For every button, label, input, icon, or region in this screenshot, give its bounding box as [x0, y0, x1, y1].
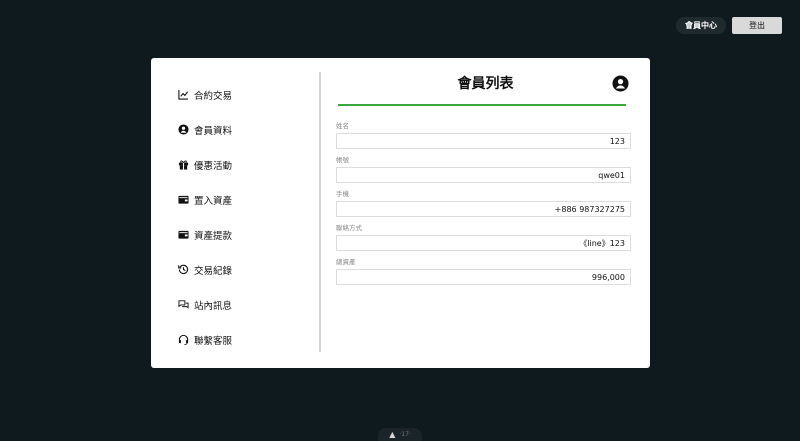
account-field[interactable]: [336, 167, 631, 183]
member-card: 合約交易 會員資料 優惠活動 置入資產 資產提款 交易紀錄 站內訊息 聯繫客服 …: [151, 58, 650, 368]
phone-field[interactable]: [336, 201, 631, 217]
member-panel: 會員列表 姓名 帳號 手機 聯絡方式 總資產: [336, 71, 631, 292]
sidebar-item-label: 資產提款: [194, 230, 233, 242]
avatar-icon[interactable]: [612, 75, 629, 92]
title-underline: [338, 104, 626, 106]
member-fields: 姓名 帳號 手機 聯絡方式 總資產: [336, 122, 631, 285]
total-assets-field[interactable]: [336, 269, 631, 285]
member-center-button[interactable]: 會員中心: [676, 17, 726, 34]
sidebar-item-promotions[interactable]: 優惠活動: [177, 147, 317, 182]
logo-icon: ▲: [389, 430, 396, 439]
field-phone: 手機: [336, 190, 631, 217]
sidebar-item-label: 會員資料: [194, 125, 233, 137]
sidebar-item-messages[interactable]: 站內訊息: [177, 287, 317, 322]
sidebar-item-label: 合約交易: [194, 90, 233, 102]
sidebar-item-withdraw[interactable]: 資產提款: [177, 217, 317, 252]
logout-button[interactable]: 登出: [732, 17, 782, 34]
headset-icon: [177, 334, 189, 346]
sidebar: 合約交易 會員資料 優惠活動 置入資產 資產提款 交易紀錄 站內訊息 聯繫客服: [177, 77, 317, 357]
sidebar-item-label: 置入資產: [194, 195, 233, 207]
sidebar-divider: [319, 72, 321, 352]
field-account: 帳號: [336, 156, 631, 183]
chat-bubbles-icon: [177, 299, 189, 311]
top-bar: 會員中心 登出: [676, 17, 782, 34]
history-icon: [177, 264, 189, 276]
field-contact: 聯絡方式: [336, 224, 631, 251]
field-label: 聯絡方式: [336, 224, 362, 232]
sidebar-item-label: 站內訊息: [194, 300, 233, 312]
field-label: 姓名: [336, 122, 349, 130]
wallet-icon: [177, 229, 189, 241]
chart-line-icon: [177, 89, 189, 101]
contact-field[interactable]: [336, 235, 631, 251]
page-title: 會員列表: [457, 76, 514, 92]
gift-icon: [177, 159, 189, 171]
sidebar-item-label: 交易紀錄: [194, 265, 233, 277]
sidebar-item-label: 優惠活動: [194, 160, 233, 172]
sidebar-item-customer-service[interactable]: 聯繫客服: [177, 322, 317, 357]
sidebar-item-label: 聯繫客服: [194, 335, 233, 347]
title-row: 會員列表: [336, 71, 629, 97]
field-label: 帳號: [336, 156, 349, 164]
sidebar-item-member-info[interactable]: 會員資料: [177, 112, 317, 147]
user-circle-icon: [177, 124, 189, 136]
field-name: 姓名: [336, 122, 631, 149]
sidebar-item-trade-history[interactable]: 交易紀錄: [177, 252, 317, 287]
sidebar-item-contract-trading[interactable]: 合約交易: [177, 77, 317, 112]
field-label: 總資產: [336, 258, 356, 266]
bottom-dock-handle[interactable]: ▲ ·17·: [378, 428, 422, 441]
field-label: 手機: [336, 190, 349, 198]
name-field[interactable]: [336, 133, 631, 149]
field-total-assets: 總資產: [336, 258, 631, 285]
sidebar-item-deposit[interactable]: 置入資產: [177, 182, 317, 217]
dock-badge: ·17·: [399, 431, 411, 438]
wallet-icon: [177, 194, 189, 206]
